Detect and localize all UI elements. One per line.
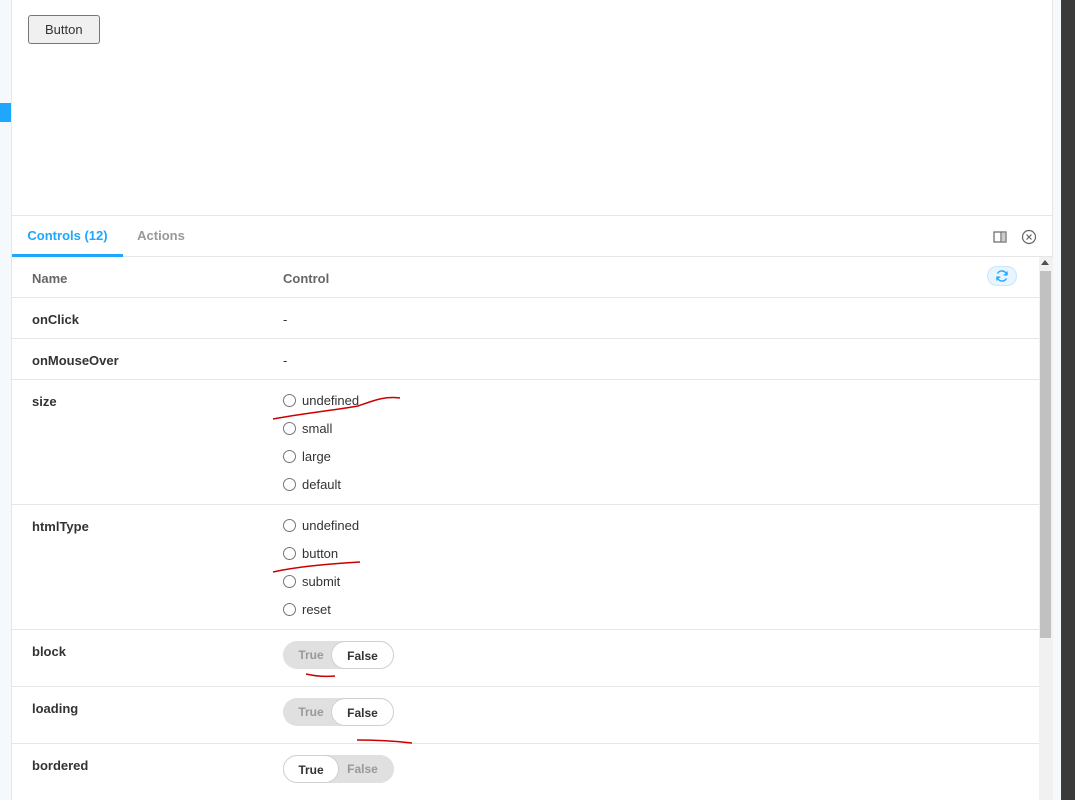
table-row: bordered False True bbox=[12, 744, 1039, 800]
toggle-option-false[interactable]: False bbox=[331, 641, 394, 669]
prop-name-size: size bbox=[32, 394, 57, 409]
radio-label: undefined bbox=[302, 392, 360, 408]
radio-label: reset bbox=[302, 601, 331, 617]
radio-htmltype-undefined[interactable]: undefined bbox=[283, 516, 359, 534]
radio-size-small[interactable]: small bbox=[283, 419, 332, 437]
prop-value-onclick: - bbox=[283, 312, 288, 327]
panel-toggle-icon[interactable] bbox=[992, 229, 1008, 245]
table-header-row: Name Control bbox=[12, 257, 1039, 298]
radio-htmltype-submit[interactable]: submit bbox=[283, 572, 340, 590]
radio-circle[interactable] bbox=[283, 393, 296, 407]
prop-value-onmouseover: - bbox=[283, 353, 288, 368]
controls-table: Name Control onClick - onMouseOver - siz… bbox=[12, 257, 1039, 800]
control-column-header: Control bbox=[283, 271, 330, 286]
boolean-toggle-block[interactable]: True False bbox=[283, 641, 394, 669]
radio-circle[interactable] bbox=[283, 477, 296, 491]
prop-name-block: block bbox=[32, 644, 66, 659]
radio-label: undefined bbox=[302, 517, 360, 533]
window-edge bbox=[1061, 0, 1075, 800]
close-icon[interactable] bbox=[1021, 229, 1037, 245]
prop-name-onclick: onClick bbox=[32, 312, 79, 327]
radio-circle[interactable] bbox=[283, 518, 296, 532]
toggle-option-true[interactable]: True bbox=[283, 755, 339, 783]
radio-circle[interactable] bbox=[283, 574, 296, 588]
prop-name-loading: loading bbox=[32, 701, 79, 716]
prop-name-onmouseover: onMouseOver bbox=[32, 353, 119, 368]
scrollbar-up-arrow[interactable] bbox=[1041, 260, 1049, 265]
preview-canvas: Button bbox=[12, 0, 1052, 216]
table-row: size undefined small large default bbox=[12, 380, 1039, 505]
prop-name-htmltype: htmlType bbox=[32, 519, 89, 534]
radio-htmltype-reset[interactable]: reset bbox=[283, 600, 331, 618]
tab-controls[interactable]: Controls (12) bbox=[12, 216, 123, 257]
radio-size-default[interactable]: default bbox=[283, 475, 341, 493]
radio-label: submit bbox=[302, 573, 341, 589]
boolean-toggle-bordered[interactable]: False True bbox=[283, 755, 394, 783]
table-row: onClick - bbox=[12, 298, 1039, 339]
radio-size-large[interactable]: large bbox=[283, 447, 331, 465]
table-row: onMouseOver - bbox=[12, 339, 1039, 380]
radio-circle[interactable] bbox=[283, 449, 296, 463]
preview-button[interactable]: Button bbox=[28, 15, 100, 44]
scrollbar-thumb[interactable] bbox=[1040, 271, 1051, 638]
name-column-header: Name bbox=[32, 271, 68, 286]
table-row: block True False bbox=[12, 630, 1039, 687]
refresh-icon bbox=[996, 270, 1008, 282]
radio-label: default bbox=[302, 476, 342, 492]
table-row: htmlType undefined button submit reset bbox=[12, 505, 1039, 630]
boolean-toggle-loading[interactable]: True False bbox=[283, 698, 394, 726]
radio-label: button bbox=[302, 545, 339, 561]
radio-circle[interactable] bbox=[283, 421, 296, 435]
toggle-option-false[interactable]: False bbox=[331, 755, 394, 783]
radio-circle[interactable] bbox=[283, 546, 296, 560]
radio-label: large bbox=[302, 448, 331, 464]
radio-circle[interactable] bbox=[283, 602, 296, 616]
prop-name-bordered: bordered bbox=[32, 758, 89, 773]
addons-tabbar: Controls (12) Actions bbox=[12, 216, 1052, 257]
tab-actions[interactable]: Actions bbox=[123, 216, 199, 257]
sidebar-active-indicator bbox=[0, 103, 11, 122]
table-row: loading True False bbox=[12, 687, 1039, 744]
reset-controls-button[interactable] bbox=[987, 266, 1017, 286]
storybook-main-panel: Button Controls (12) Actions Name Contro… bbox=[11, 0, 1053, 800]
radio-size-undefined[interactable]: undefined bbox=[283, 391, 359, 409]
radio-label: small bbox=[302, 420, 333, 436]
toggle-option-false[interactable]: False bbox=[331, 698, 394, 726]
radio-htmltype-button[interactable]: button bbox=[283, 544, 338, 562]
